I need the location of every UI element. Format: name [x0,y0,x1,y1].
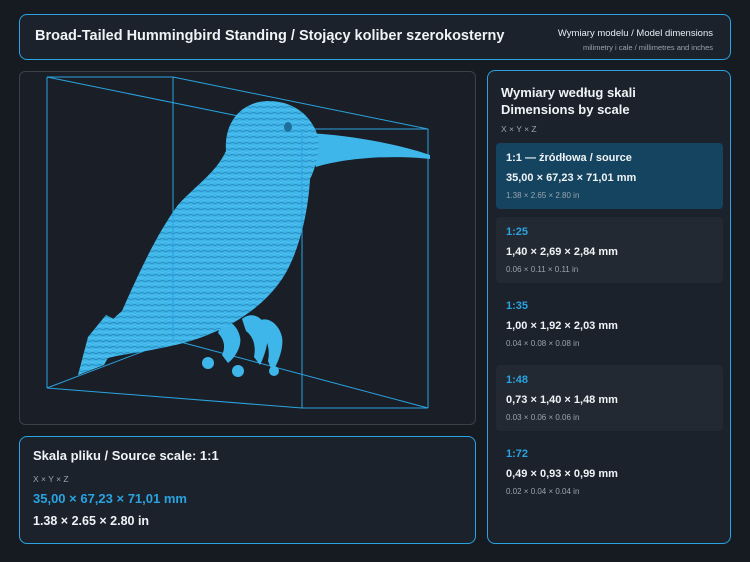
scale-card-1-72[interactable]: 1:72 0,49 × 0,93 × 0,99 mm 0.02 × 0.04 ×… [496,439,723,505]
model-viewer[interactable] [19,71,476,425]
feather-texture [78,100,319,375]
scale-card-1-1[interactable]: 1:1 — źródłowa / source 35,00 × 67,23 × … [496,143,723,209]
model-render [46,76,430,409]
scale-dimensions-in: 0.04 × 0.08 × 0.08 in [506,339,580,348]
scale-dimensions-in: 0.06 × 0.11 × 0.11 in [506,265,579,274]
scale-dimensions-in: 1.38 × 2.65 × 2.80 in [506,191,580,200]
scale-dimensions-mm: 1,40 × 2,69 × 2,84 mm [506,246,618,258]
dimensions-label: Wymiary modelu / Model dimensions [557,28,713,39]
scale-card-1-35[interactable]: 1:35 1,00 × 1,92 × 2,03 mm 0.04 × 0.08 ×… [496,291,723,357]
scales-title-en: Dimensions by scale [501,102,630,117]
scales-panel: Wymiary według skali Dimensions by scale… [487,70,731,544]
scale-dimensions-in: 0.02 × 0.04 × 0.04 in [506,487,580,496]
source-scale-title: Skala pliku / Source scale: 1:1 [33,448,219,463]
source-dimensions-mm: 35,00 × 67,23 × 71,01 mm [33,491,187,506]
scale-label: 1:48 [506,374,529,386]
source-scale-panel: Skala pliku / Source scale: 1:1 X × Y × … [19,436,476,544]
scale-card-1-25[interactable]: 1:25 1,40 × 2,69 × 2,84 mm 0.06 × 0.11 ×… [496,217,723,283]
scale-dimensions-mm: 35,00 × 67,23 × 71,01 mm [506,172,637,184]
axes-label: X × Y × Z [33,474,69,484]
source-dimensions-in: 1.38 × 2.65 × 2.80 in [33,514,150,528]
units-label: milimetry i cale / millimetres and inche… [582,43,713,52]
header-bar: Broad-Tailed Hummingbird Standing / Stoj… [19,14,731,60]
scale-dimensions-mm: 0,49 × 0,93 × 0,99 mm [506,468,618,480]
scale-dimensions-mm: 1,00 × 1,92 × 2,03 mm [506,320,618,332]
scale-label: 1:25 [506,226,529,238]
scale-dimensions-in: 0.03 × 0.06 × 0.06 in [506,413,580,422]
scales-title: Wymiary według skali Dimensions by scale [501,84,636,118]
scale-card-1-48[interactable]: 1:48 0,73 × 1,40 × 1,48 mm 0.03 × 0.06 ×… [496,365,723,431]
scale-dimensions-mm: 0,73 × 1,40 × 1,48 mm [506,394,618,406]
axes-label: X × Y × Z [501,124,537,134]
scale-label: 1:72 [506,448,529,460]
eye [284,122,292,132]
scale-label: 1:1 — źródłowa / source [506,152,632,164]
model-title: Broad-Tailed Hummingbird Standing / Stoj… [35,28,505,44]
scales-title-pl: Wymiary według skali [501,85,636,100]
scale-label: 1:35 [506,300,529,312]
